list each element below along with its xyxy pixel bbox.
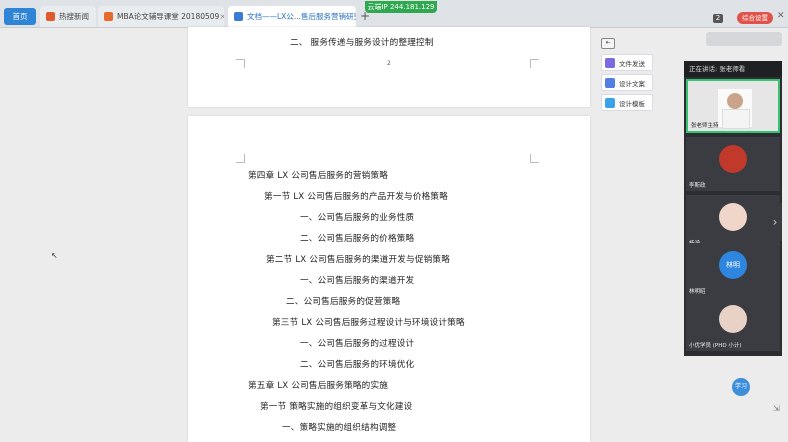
tab-close-icon[interactable]: × bbox=[219, 12, 224, 21]
browser-tab-bar: 首页 热搜新闻 MBA论文辅导课堂 20180509 × 文档——LX公...售… bbox=[0, 0, 788, 28]
crop-mark bbox=[236, 154, 245, 163]
crop-mark bbox=[530, 59, 539, 68]
toc-line: 二、公司售后服务的促营策略 bbox=[286, 297, 401, 307]
toc-line: 一、公司售后服务的业务性质 bbox=[300, 213, 415, 223]
crop-mark bbox=[236, 59, 245, 68]
toc-line: 二、公司售后服务的价格策略 bbox=[300, 234, 415, 244]
design-doc-icon bbox=[605, 77, 615, 88]
send-file-label: 文件发送 bbox=[619, 59, 645, 68]
news-icon bbox=[46, 12, 55, 21]
toc-line: 第二节 LX 公司售后服务的渠道开发与促销策略 bbox=[266, 255, 451, 265]
speaking-header: 正在讲话: 张老师看 bbox=[684, 61, 782, 77]
tab-mba-label: MBA论文辅导课堂 20180509 bbox=[117, 12, 220, 21]
speaker-video bbox=[718, 89, 752, 129]
participant-label: 李斯政 bbox=[689, 183, 706, 189]
page-number: 2 bbox=[387, 60, 391, 67]
count-badge: 2 bbox=[713, 14, 723, 23]
send-file-icon bbox=[605, 57, 615, 68]
design-doc-button[interactable]: 设计文案 bbox=[601, 74, 653, 91]
close-icon[interactable]: ✕ bbox=[777, 11, 785, 21]
avatar bbox=[719, 145, 747, 173]
design-template-button[interactable]: 设计模板 bbox=[601, 94, 653, 111]
send-file-button[interactable]: 文件发送 bbox=[601, 54, 653, 71]
speaker-shirt bbox=[722, 109, 750, 129]
design-template-icon bbox=[605, 97, 615, 108]
toc-line: 一、公司售后服务的过程设计 bbox=[300, 339, 415, 349]
document-page-1: 二、 服务传递与服务设计的整理控制 2 bbox=[188, 27, 590, 107]
tab-home-label: 首页 bbox=[12, 12, 28, 21]
tab-mba-class[interactable]: MBA论文辅导课堂 20180509 × bbox=[98, 6, 224, 27]
ip-badge: 云端IP 244.181.129 bbox=[365, 1, 437, 13]
design-template-label: 设计模板 bbox=[619, 99, 645, 108]
ppt-icon bbox=[104, 12, 113, 21]
toc-line: 第一节 策略实施的组织变革与文化建设 bbox=[260, 402, 413, 412]
toc-line: 第四章 LX 公司售后服务的营销策略 bbox=[248, 171, 389, 181]
tab-news-label: 热搜新闻 bbox=[59, 12, 89, 21]
participant-label: 小优学员 (PHD 小计) bbox=[689, 343, 742, 349]
settings-button[interactable]: 综合设置 bbox=[737, 12, 773, 24]
toc-line: 二、公司售后服务的环境优化 bbox=[300, 360, 415, 370]
video-controls[interactable] bbox=[706, 32, 782, 46]
participant-tile-speaker[interactable]: 张老师主持 bbox=[686, 79, 780, 133]
avatar bbox=[719, 203, 747, 231]
toc-line: 第五章 LX 公司售后服务策略的实施 bbox=[248, 381, 389, 391]
speaker-face bbox=[727, 93, 743, 109]
tab-news[interactable]: 热搜新闻 bbox=[40, 6, 96, 27]
toc-line: 第三节 LX 公司售后服务过程设计与环境设计策略 bbox=[272, 318, 465, 328]
participant-label: 林明昭 bbox=[689, 289, 706, 295]
document-page-2: 第四章 LX 公司售后服务的营销策略 第一节 LX 公司售后服务的产品开发与价格… bbox=[188, 116, 590, 442]
panel-next-arrow-icon[interactable]: › bbox=[768, 203, 782, 241]
participant-label: 张老师主持 bbox=[691, 123, 719, 129]
tab-document[interactable]: 文档——LX公...售后服务营销研究 × bbox=[228, 6, 356, 27]
toc-line: 一、公司售后服务的渠道开发 bbox=[300, 276, 415, 286]
participant-tile[interactable]: 杨涵 bbox=[686, 195, 780, 249]
doc-icon bbox=[234, 12, 243, 21]
crop-mark bbox=[530, 154, 539, 163]
avatar: 林明 bbox=[719, 251, 747, 279]
participant-tile[interactable]: 李斯政 bbox=[686, 137, 780, 191]
toc-line: 第一节 LX 公司售后服务的产品开发与价格策略 bbox=[264, 192, 449, 202]
mouse-cursor-icon: ↖ bbox=[51, 251, 58, 260]
participant-tile[interactable]: 林明 林明昭 bbox=[686, 243, 780, 297]
floating-learn-button[interactable]: 学习 bbox=[732, 378, 750, 396]
resize-icon[interactable]: ⇲ bbox=[773, 404, 780, 413]
avatar bbox=[719, 305, 747, 333]
toc-line: 一、策略实施的组织结构调整 bbox=[282, 423, 397, 433]
tab-home[interactable]: 首页 bbox=[4, 8, 36, 25]
toc-line: 二、 服务传递与服务设计的整理控制 bbox=[290, 38, 434, 48]
tab-document-label: 文档——LX公...售后服务营销研究 bbox=[247, 12, 356, 21]
collapse-toggle-icon[interactable]: ⇤ bbox=[601, 38, 615, 49]
design-doc-label: 设计文案 bbox=[619, 79, 645, 88]
participant-tile[interactable]: 小优学员 (PHD 小计) bbox=[686, 297, 780, 351]
